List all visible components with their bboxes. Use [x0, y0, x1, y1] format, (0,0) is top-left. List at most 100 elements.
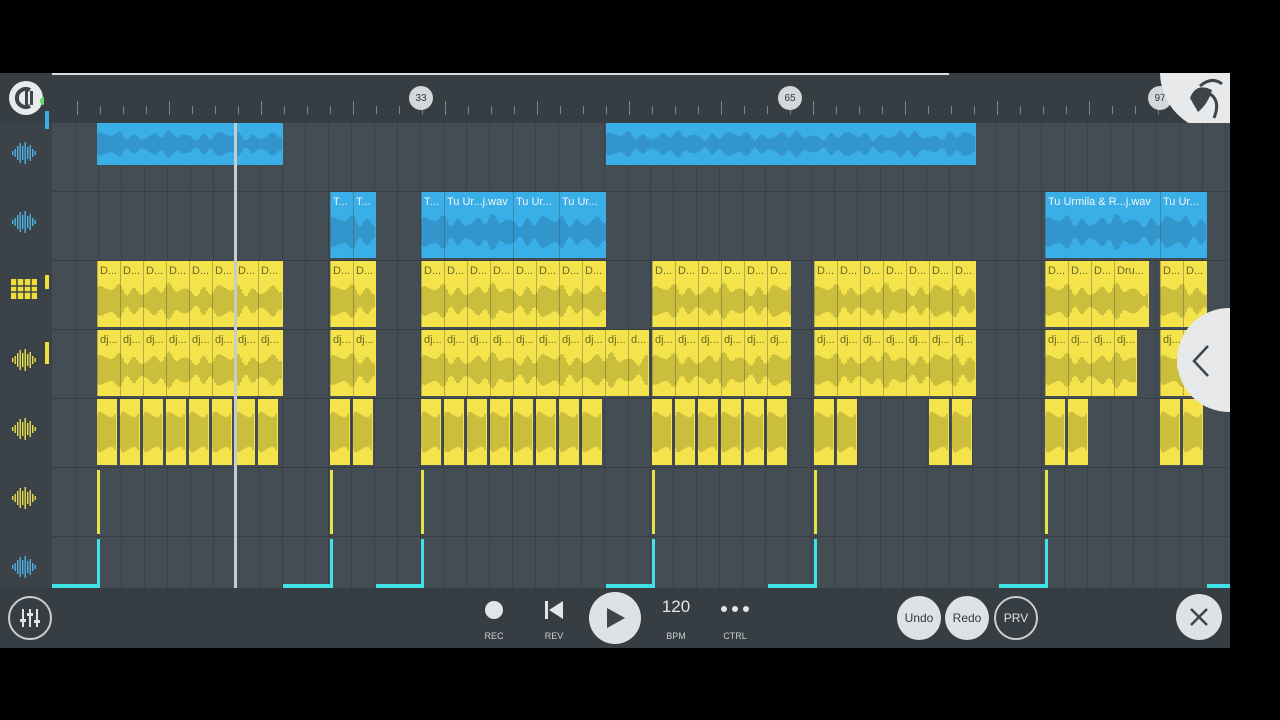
pattern-clip[interactable]: D... D... D... D... D... D... D... D...: [421, 261, 606, 327]
play-button[interactable]: [589, 592, 641, 644]
tempo-display[interactable]: 120 BPM: [652, 592, 700, 642]
clip-waveform: [837, 405, 857, 459]
pattern-clip[interactable]: [559, 399, 579, 465]
timeline-bar[interactable]: 33 65 97: [0, 73, 1230, 132]
pattern-clip[interactable]: [143, 399, 163, 465]
rewind-button[interactable]: REV: [534, 592, 574, 642]
waveform-icon[interactable]: [10, 208, 38, 236]
pattern-clip[interactable]: [837, 399, 857, 465]
pattern-clip[interactable]: [698, 399, 718, 465]
pattern-clip[interactable]: [467, 399, 487, 465]
pattern-clip[interactable]: [1183, 399, 1203, 465]
pattern-clip[interactable]: D... D... D... Dru...: [1045, 261, 1149, 327]
pattern-clip[interactable]: [767, 399, 787, 465]
pattern-clip[interactable]: [1068, 399, 1088, 465]
close-button[interactable]: [1176, 594, 1222, 640]
mixer-button[interactable]: [8, 596, 52, 640]
track-selector[interactable]: [45, 111, 49, 129]
clip-divider: [353, 192, 354, 258]
clip-waveform: [721, 405, 741, 459]
audio-marker[interactable]: [330, 539, 333, 588]
playlist-grid[interactable]: T... T... T... Tu Ur...j.wav Tu Ur... Tu Ur..…: [52, 123, 1230, 588]
pattern-clip[interactable]: D... D... D... D... D... D... D...: [814, 261, 976, 327]
pattern-clip[interactable]: dj... dj... dj... dj...: [1045, 330, 1137, 396]
pattern-clip[interactable]: [235, 399, 255, 465]
pattern-clip[interactable]: [721, 399, 741, 465]
pattern-clip[interactable]: D... D...: [330, 261, 376, 327]
pattern-clip[interactable]: [1045, 399, 1065, 465]
undo-button[interactable]: Undo: [897, 596, 941, 640]
record-button[interactable]: REC: [474, 592, 514, 642]
clip-divider: [353, 261, 354, 327]
pattern-marker[interactable]: [421, 470, 424, 534]
waveform-icon[interactable]: [10, 346, 38, 374]
pattern-clip[interactable]: dj... dj... dj... dj... dj... dj...: [652, 330, 791, 396]
waveform-icon[interactable]: [10, 139, 38, 167]
pattern-marker[interactable]: [814, 470, 817, 534]
pattern-clip[interactable]: [120, 399, 140, 465]
pattern-clip[interactable]: dj... dj... dj... dj... dj... dj... dj...: [814, 330, 976, 396]
channel-icon[interactable]: [8, 80, 48, 116]
pattern-clip[interactable]: dj... dj... dj... dj... dj... dj... dj... dj...…: [421, 330, 649, 396]
clip-label: D...: [655, 265, 673, 277]
audio-marker[interactable]: [652, 539, 655, 588]
ctrl-button[interactable]: CTRL: [715, 592, 755, 642]
clip-divider: [444, 192, 445, 258]
audio-clip[interactable]: [606, 123, 976, 165]
pattern-clip[interactable]: [421, 399, 441, 465]
pattern-clip[interactable]: [652, 399, 672, 465]
pattern-clip[interactable]: [444, 399, 464, 465]
pattern-marker[interactable]: [1045, 470, 1048, 534]
pattern-clip[interactable]: [744, 399, 764, 465]
pattern-clip[interactable]: [952, 399, 972, 465]
bar-marker[interactable]: 65: [778, 86, 802, 110]
audio-marker[interactable]: [421, 539, 424, 588]
bar-marker[interactable]: 33: [409, 86, 433, 110]
pattern-clip[interactable]: [929, 399, 949, 465]
pattern-clip[interactable]: [258, 399, 278, 465]
pattern-clip[interactable]: dj... dj... dj... dj... dj... dj... dj... dj...: [97, 330, 283, 396]
audio-marker[interactable]: [1045, 539, 1048, 588]
track-selector[interactable]: [45, 342, 49, 364]
pattern-marker[interactable]: [330, 470, 333, 534]
pattern-clip[interactable]: [166, 399, 186, 465]
pattern-clip[interactable]: dj... dj...: [330, 330, 376, 396]
pattern-marker[interactable]: [97, 470, 100, 534]
waveform-icon[interactable]: [10, 484, 38, 512]
audio-clip[interactable]: [97, 123, 283, 165]
pattern-clip[interactable]: [212, 399, 232, 465]
pattern-clip[interactable]: D... D... D... D... D... D... D... D...: [97, 261, 283, 327]
preview-button[interactable]: PRV: [994, 596, 1038, 640]
pattern-clip[interactable]: [353, 399, 373, 465]
waveform-icon[interactable]: [10, 415, 38, 443]
waveform-icon[interactable]: [10, 553, 38, 581]
piano-roll-icon[interactable]: [10, 277, 38, 305]
audio-clip[interactable]: T... Tu Ur...j.wav Tu Ur... Tu Ur...: [421, 192, 606, 258]
audio-clip[interactable]: T... T...: [330, 192, 376, 258]
pattern-clip[interactable]: [1160, 399, 1180, 465]
pattern-clip[interactable]: [490, 399, 510, 465]
audio-marker[interactable]: [97, 539, 100, 588]
pattern-clip[interactable]: [513, 399, 533, 465]
track-selector[interactable]: [45, 275, 49, 289]
pattern-clip[interactable]: [97, 399, 117, 465]
bpm-label: BPM: [666, 631, 686, 641]
pattern-clip[interactable]: D... D... D... D... D... D...: [652, 261, 791, 327]
pattern-clip[interactable]: [814, 399, 834, 465]
audio-clip[interactable]: Tu Urmila & R...j.wav Tu Ur...: [1045, 192, 1207, 258]
redo-button[interactable]: Redo: [945, 596, 989, 640]
clip-divider: [814, 330, 815, 396]
pattern-clip[interactable]: [536, 399, 556, 465]
timeline-ruler[interactable]: 33 65 97: [52, 73, 1230, 123]
playhead[interactable]: [234, 123, 237, 588]
pattern-clip[interactable]: [582, 399, 602, 465]
audio-marker[interactable]: [814, 539, 817, 588]
clip-waveform: [1183, 405, 1203, 459]
pattern-clip[interactable]: [330, 399, 350, 465]
pattern-marker[interactable]: [652, 470, 655, 534]
clip-divider: [559, 192, 560, 258]
pattern-clip[interactable]: [189, 399, 209, 465]
clip-divider: [814, 261, 815, 327]
clip-waveform: [97, 281, 283, 321]
pattern-clip[interactable]: [675, 399, 695, 465]
